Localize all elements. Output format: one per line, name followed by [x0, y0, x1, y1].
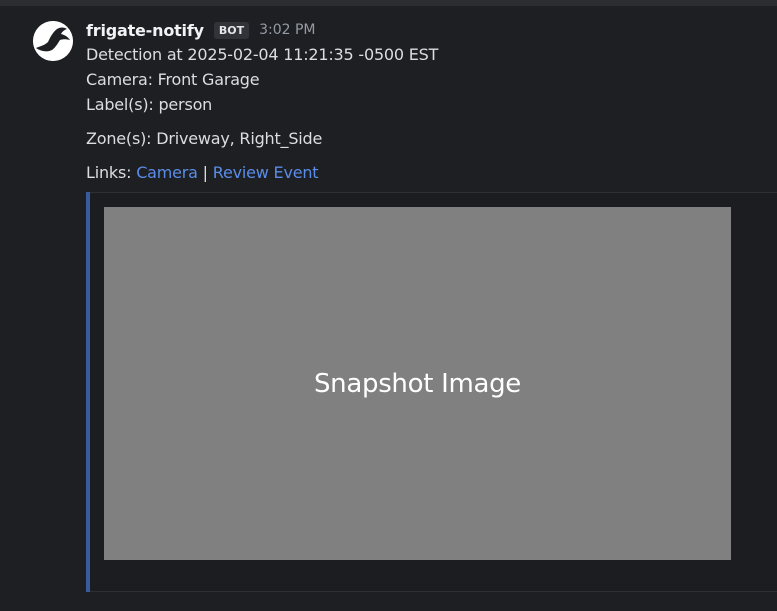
message-header: frigate-notify BOT 3:02 PM: [86, 19, 316, 41]
username[interactable]: frigate-notify: [86, 21, 204, 40]
message-embed: Snapshot Image: [86, 192, 777, 592]
frigate-bird-icon: [33, 21, 73, 61]
embed-accent-bar: [86, 192, 90, 592]
labels-line: Label(s): person: [86, 95, 213, 114]
detection-line: Detection at 2025-02-04 11:21:35 -0500 E…: [86, 45, 439, 64]
links-separator: |: [202, 163, 208, 182]
camera-line: Camera: Front Garage: [86, 70, 260, 89]
snapshot-image[interactable]: Snapshot Image: [104, 207, 731, 560]
message-timestamp[interactable]: 3:02 PM: [259, 22, 315, 38]
camera-link[interactable]: Camera: [136, 163, 198, 182]
zones-line: Zone(s): Driveway, Right_Side: [86, 129, 323, 148]
bot-badge: BOT: [213, 21, 250, 39]
links-prefix: Links:: [86, 163, 132, 182]
chat-message: frigate-notify BOT 3:02 PM Detection at …: [0, 6, 777, 611]
snapshot-image-label: Snapshot Image: [313, 368, 522, 399]
bot-avatar[interactable]: [33, 21, 73, 61]
review-event-link[interactable]: Review Event: [213, 163, 319, 182]
links-line: Links: Camera | Review Event: [86, 162, 319, 184]
